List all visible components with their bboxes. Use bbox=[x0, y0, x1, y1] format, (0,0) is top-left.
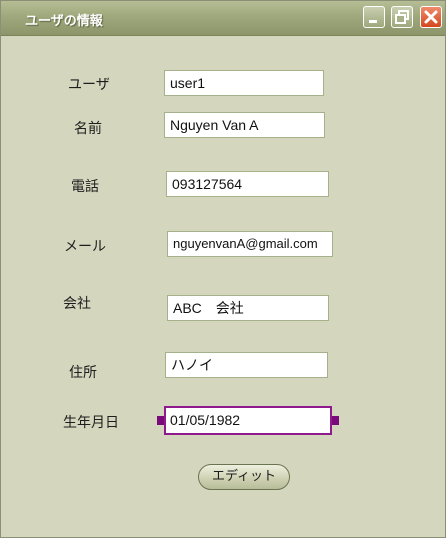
title-bar[interactable]: ユーザの情報 bbox=[1, 1, 445, 36]
name-label: 名前 bbox=[74, 121, 102, 137]
company-label: 会社 bbox=[63, 296, 91, 312]
window-title: ユーザの情報 bbox=[25, 14, 103, 29]
mail-field[interactable]: nguyenvanA@gmail.com bbox=[167, 231, 333, 257]
close-button[interactable] bbox=[420, 6, 442, 28]
birthday-field[interactable]: 01/05/1982 bbox=[164, 406, 332, 435]
phone-label: 電話 bbox=[71, 179, 99, 195]
address-field[interactable]: ハノイ bbox=[165, 352, 328, 378]
user-field[interactable]: user1 bbox=[164, 70, 324, 96]
close-icon bbox=[424, 10, 438, 24]
company-field[interactable]: ABC 会社 bbox=[167, 295, 329, 321]
user-label: ユーザ bbox=[68, 77, 110, 93]
resize-handle-right[interactable] bbox=[332, 416, 339, 425]
phone-field[interactable]: 093127564 bbox=[166, 171, 329, 197]
name-field[interactable]: Nguyen Van A bbox=[164, 112, 325, 138]
address-label: 住所 bbox=[69, 365, 97, 381]
restore-button[interactable] bbox=[391, 6, 413, 28]
mail-label: メール bbox=[64, 239, 106, 255]
birthday-label: 生年月日 bbox=[63, 415, 119, 431]
minimize-button[interactable] bbox=[363, 6, 385, 28]
edit-button[interactable]: エディット bbox=[198, 464, 290, 490]
resize-handle-left[interactable] bbox=[157, 416, 164, 425]
minimize-icon bbox=[369, 20, 377, 23]
restore-icon bbox=[395, 10, 409, 24]
user-info-window: ユーザの情報 ユーザ user1 名前 Nguyen Van A 電話 0931… bbox=[0, 0, 446, 538]
